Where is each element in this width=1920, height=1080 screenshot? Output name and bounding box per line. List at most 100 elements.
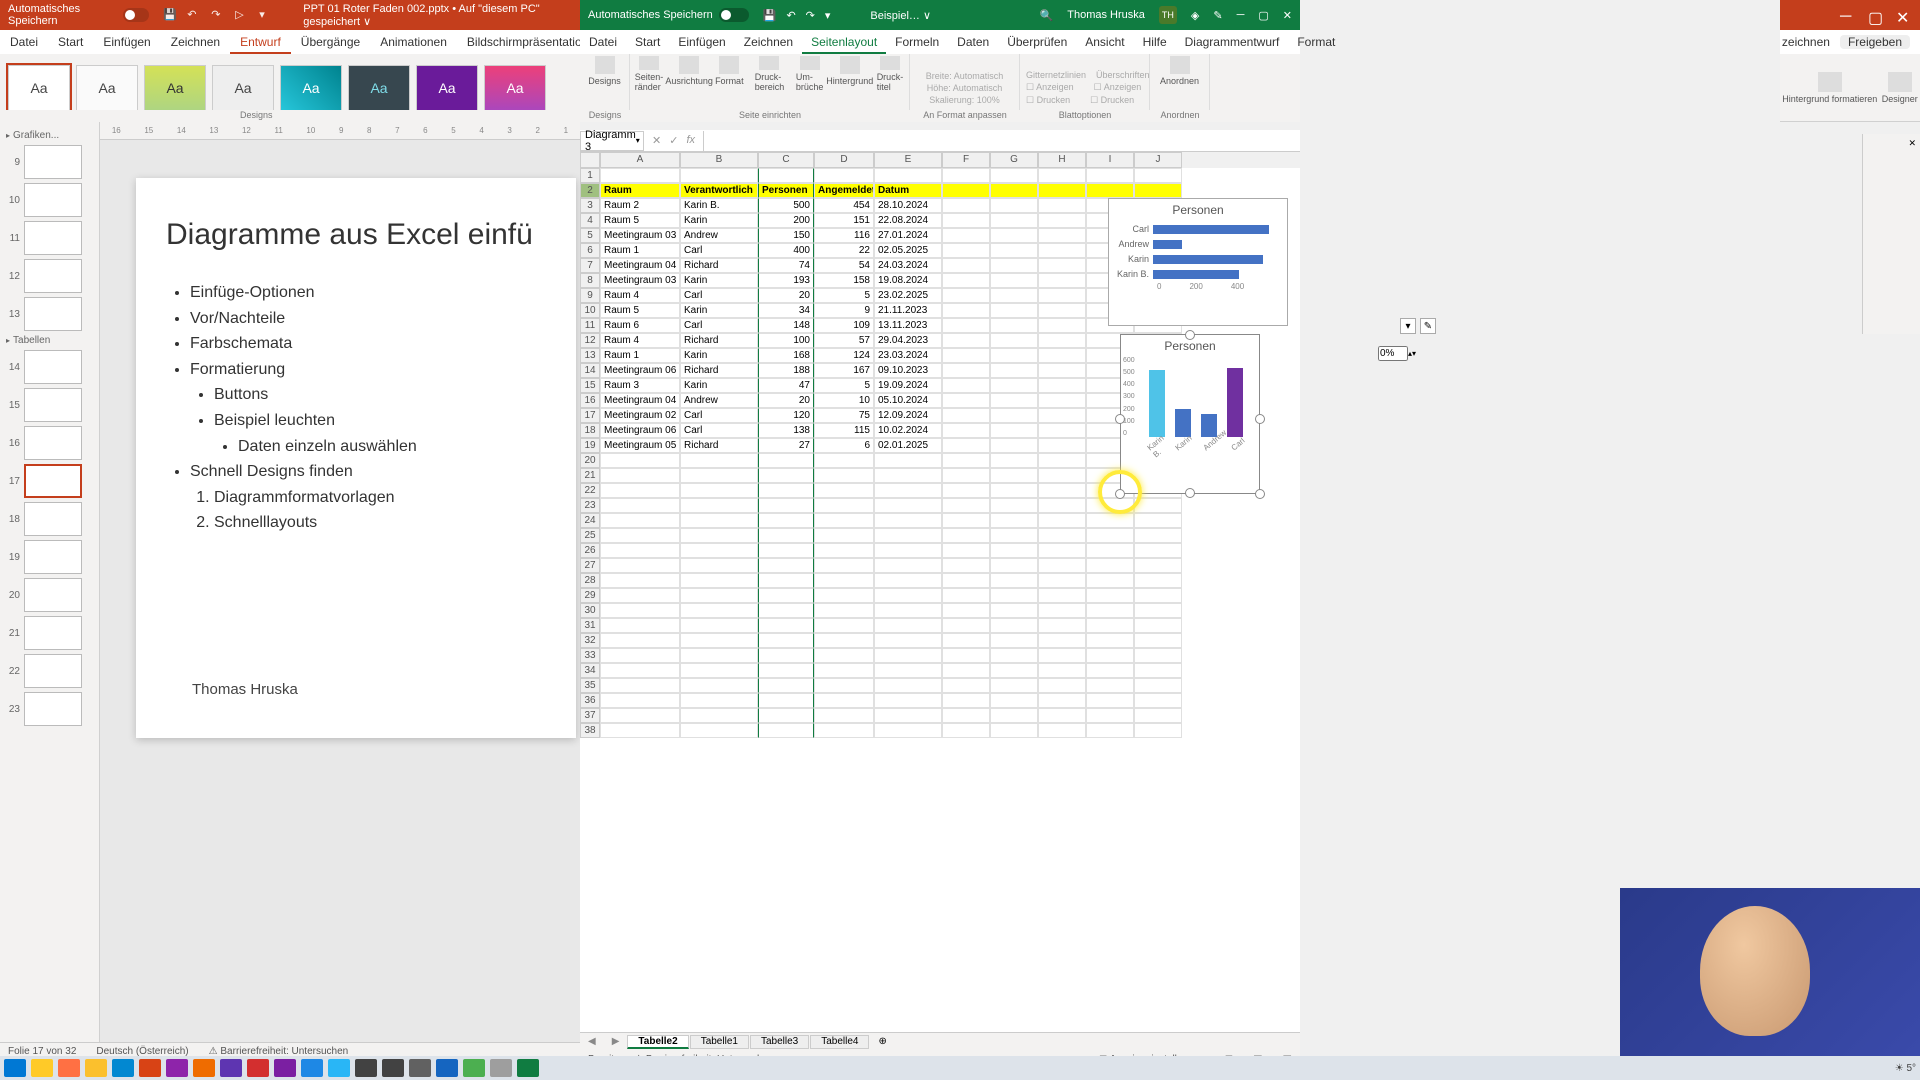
cell-C7[interactable]: 74 xyxy=(758,258,814,273)
cell-B29[interactable] xyxy=(680,588,758,603)
tab-hilfe[interactable]: Hilfe xyxy=(1134,30,1176,54)
cell-H27[interactable] xyxy=(1038,558,1086,573)
undo-icon[interactable]: ↶ xyxy=(786,9,795,22)
onenote-icon[interactable] xyxy=(274,1059,296,1077)
cell-C6[interactable]: 400 xyxy=(758,243,814,258)
cell-J30[interactable] xyxy=(1134,603,1182,618)
cell-H6[interactable] xyxy=(1038,243,1086,258)
cell-H1[interactable] xyxy=(1038,168,1086,183)
windows-taskbar[interactable]: ☀ 5° xyxy=(0,1056,1920,1080)
cell-H3[interactable] xyxy=(1038,198,1086,213)
cell-G8[interactable] xyxy=(990,273,1038,288)
cell-D20[interactable] xyxy=(814,453,874,468)
slide-thumb-16[interactable] xyxy=(24,426,82,460)
cell-B9[interactable]: Carl xyxy=(680,288,758,303)
cell-C23[interactable] xyxy=(758,498,814,513)
cell-D29[interactable] xyxy=(814,588,874,603)
cell-G15[interactable] xyxy=(990,378,1038,393)
cell-D8[interactable]: 158 xyxy=(814,273,874,288)
cell-H31[interactable] xyxy=(1038,618,1086,633)
cell-A28[interactable] xyxy=(600,573,680,588)
cell-B35[interactable] xyxy=(680,678,758,693)
cell-H37[interactable] xyxy=(1038,708,1086,723)
cell-F25[interactable] xyxy=(942,528,990,543)
cell-F23[interactable] xyxy=(942,498,990,513)
cell-F8[interactable] xyxy=(942,273,990,288)
cell-B14[interactable]: Richard xyxy=(680,363,758,378)
cell-G29[interactable] xyxy=(990,588,1038,603)
sheet-tabelle4[interactable]: Tabelle4 xyxy=(810,1035,869,1049)
tab-ansicht[interactable]: Ansicht xyxy=(1076,30,1133,54)
cell-C34[interactable] xyxy=(758,663,814,678)
cell-E4[interactable]: 22.08.2024 xyxy=(874,213,942,228)
cell-F5[interactable] xyxy=(942,228,990,243)
sheet-nav-prev[interactable]: ◀ xyxy=(580,1036,604,1047)
tab-diagrammentwurf[interactable]: Diagrammentwurf xyxy=(1176,30,1289,54)
cell-E36[interactable] xyxy=(874,693,942,708)
cell-B6[interactable]: Carl xyxy=(680,243,758,258)
tab-datei[interactable]: Datei xyxy=(0,30,48,54)
cell-A25[interactable] xyxy=(600,528,680,543)
cell-B38[interactable] xyxy=(680,723,758,738)
cell-A21[interactable] xyxy=(600,468,680,483)
cell-G34[interactable] xyxy=(990,663,1038,678)
cell-H29[interactable] xyxy=(1038,588,1086,603)
cell-B28[interactable] xyxy=(680,573,758,588)
cell-I2[interactable] xyxy=(1086,183,1134,198)
cell-H8[interactable] xyxy=(1038,273,1086,288)
cell-F15[interactable] xyxy=(942,378,990,393)
cell-A31[interactable] xyxy=(600,618,680,633)
close-pane-icon[interactable]: ✕ xyxy=(1908,138,1916,149)
format-background-button[interactable]: Hintergrund formatieren xyxy=(1782,72,1877,104)
app-icon[interactable] xyxy=(247,1059,269,1077)
theme-7[interactable]: Aa xyxy=(416,65,478,111)
cell-C31[interactable] xyxy=(758,618,814,633)
bar[interactable] xyxy=(1153,240,1182,249)
cell-D27[interactable] xyxy=(814,558,874,573)
cell-B13[interactable]: Karin xyxy=(680,348,758,363)
cell-I35[interactable] xyxy=(1086,678,1134,693)
firefox-icon[interactable] xyxy=(58,1059,80,1077)
col-header-H[interactable]: H xyxy=(1038,152,1086,168)
cell-J23[interactable] xyxy=(1134,498,1182,513)
print-area-button[interactable]: Druck-bereich xyxy=(756,56,782,92)
cell-D35[interactable] xyxy=(814,678,874,693)
cell-H23[interactable] xyxy=(1038,498,1086,513)
cell-J26[interactable] xyxy=(1134,543,1182,558)
cell-A2[interactable]: Raum xyxy=(600,183,680,198)
cell-F26[interactable] xyxy=(942,543,990,558)
cell-D17[interactable]: 75 xyxy=(814,408,874,423)
cell-C37[interactable] xyxy=(758,708,814,723)
cell-F13[interactable] xyxy=(942,348,990,363)
tab-animationen[interactable]: Animationen xyxy=(370,30,457,54)
name-box[interactable]: Diagramm 3▾ xyxy=(580,131,644,151)
cell-C36[interactable] xyxy=(758,693,814,708)
cell-C27[interactable] xyxy=(758,558,814,573)
freigeben-button[interactable]: Freigeben xyxy=(1840,35,1910,49)
cell-C33[interactable] xyxy=(758,648,814,663)
slide-thumb-19[interactable] xyxy=(24,540,82,574)
cell-A6[interactable]: Raum 1 xyxy=(600,243,680,258)
cell-G20[interactable] xyxy=(990,453,1038,468)
cell-B25[interactable] xyxy=(680,528,758,543)
cell-C16[interactable]: 20 xyxy=(758,393,814,408)
cell-D4[interactable]: 151 xyxy=(814,213,874,228)
sheet-nav-next[interactable]: ▶ xyxy=(604,1036,628,1047)
user-avatar[interactable]: TH xyxy=(1159,6,1177,24)
cell-G7[interactable] xyxy=(990,258,1038,273)
cell-F21[interactable] xyxy=(942,468,990,483)
cell-D10[interactable]: 9 xyxy=(814,303,874,318)
slide-thumb-22[interactable] xyxy=(24,654,82,688)
cell-D11[interactable]: 109 xyxy=(814,318,874,333)
cell-C15[interactable]: 47 xyxy=(758,378,814,393)
cell-E28[interactable] xyxy=(874,573,942,588)
cell-C20[interactable] xyxy=(758,453,814,468)
tab-daten[interactable]: Daten xyxy=(948,30,998,54)
tab-zeichnen[interactable]: Zeichnen xyxy=(161,30,230,54)
cell-J25[interactable] xyxy=(1134,528,1182,543)
cell-F30[interactable] xyxy=(942,603,990,618)
cell-G27[interactable] xyxy=(990,558,1038,573)
cell-G12[interactable] xyxy=(990,333,1038,348)
cell-E21[interactable] xyxy=(874,468,942,483)
minimize-icon[interactable]: ─ xyxy=(1237,9,1245,21)
